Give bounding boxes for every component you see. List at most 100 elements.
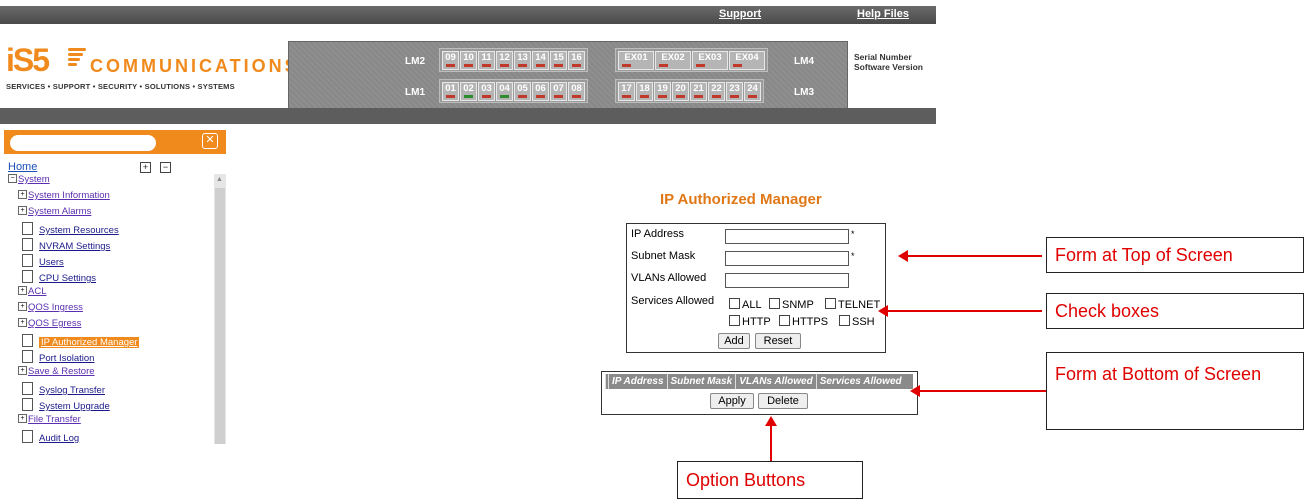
tree-item[interactable]: + File Transfer — [18, 414, 81, 425]
port-indicator[interactable]: 14 — [532, 51, 549, 70]
port-indicator[interactable]: 06 — [532, 82, 549, 101]
tree-item-label[interactable]: Port Isolation — [39, 353, 94, 364]
tree-item[interactable]: + System Information — [18, 190, 110, 201]
expand-icon[interactable]: + — [18, 286, 27, 295]
tree-item-label[interactable]: ACL — [28, 286, 46, 297]
help-files-link[interactable]: Help Files — [857, 8, 909, 20]
port-indicator[interactable]: 02 — [460, 82, 477, 101]
port-indicator[interactable]: 22 — [708, 82, 725, 101]
tree-item-label[interactable]: NVRAM Settings — [39, 241, 110, 252]
service-ssh-checkbox[interactable]: SSH — [839, 315, 875, 328]
service-http-checkbox[interactable]: HTTP — [729, 315, 771, 328]
tree-item[interactable]: Port Isolation — [22, 350, 94, 364]
port-indicator[interactable]: 08 — [568, 82, 585, 101]
tree-item-label[interactable]: Save & Restore — [28, 366, 95, 377]
service-https-checkbox[interactable]: HTTPS — [779, 315, 828, 328]
tree-item-label[interactable]: System Information — [28, 190, 110, 201]
sidebar-scroll-thumb[interactable] — [215, 188, 225, 444]
port-indicator[interactable]: 09 — [442, 51, 459, 70]
page-icon — [22, 254, 33, 267]
port-indicator[interactable]: 20 — [672, 82, 689, 101]
tree-item-label[interactable]: Audit Log — [39, 433, 79, 444]
port-indicator[interactable]: 24 — [744, 82, 761, 101]
tree-item[interactable]: + Save & Restore — [18, 366, 95, 377]
port-indicator[interactable]: 07 — [550, 82, 567, 101]
collapse-all-icon[interactable]: − — [160, 162, 171, 173]
collapse-icon[interactable]: − — [8, 174, 17, 183]
port-indicator[interactable]: 16 — [568, 51, 585, 70]
expand-icon[interactable]: + — [18, 318, 27, 327]
subnet-mask-input[interactable] — [725, 251, 849, 266]
port-indicator[interactable]: 11 — [478, 51, 495, 70]
expand-all-icon[interactable]: + — [140, 162, 151, 173]
tree-item[interactable]: Users — [22, 254, 64, 268]
port-indicator[interactable]: 03 — [478, 82, 495, 101]
tree-item-label[interactable]: Syslog Transfer — [39, 385, 105, 396]
delete-button[interactable]: Delete — [758, 393, 808, 409]
home-link[interactable]: Home — [8, 161, 37, 173]
port-indicator[interactable]: 04 — [496, 82, 513, 101]
port-indicator[interactable]: 01 — [442, 82, 459, 101]
expand-icon[interactable]: + — [18, 414, 27, 423]
tree-item-label[interactable]: QOS Ingress — [28, 302, 83, 313]
expand-icon[interactable]: + — [18, 366, 27, 375]
tree-item[interactable]: Syslog Transfer — [22, 382, 105, 396]
tree-item[interactable]: + ACL — [18, 286, 46, 297]
tree-item-label[interactable]: Users — [39, 257, 64, 268]
ip-address-label: IP Address — [631, 228, 684, 240]
checkbox-icon[interactable] — [779, 315, 790, 326]
tree-item[interactable]: + System Alarms — [18, 206, 91, 217]
tree-item[interactable]: IP Authorized Manager — [22, 334, 140, 348]
tree-item[interactable]: System Upgrade — [22, 398, 110, 412]
port-indicator[interactable]: EX02 — [655, 51, 691, 70]
port-indicator[interactable]: 21 — [690, 82, 707, 101]
tree-item-label[interactable]: System Alarms — [28, 206, 91, 217]
port-indicator[interactable]: 10 — [460, 51, 477, 70]
port-indicator[interactable]: 13 — [514, 51, 531, 70]
tree-item[interactable]: NVRAM Settings — [22, 238, 110, 252]
tree-item-label[interactable]: System — [18, 174, 50, 185]
sidebar-search-input[interactable] — [10, 135, 156, 151]
tree-item-label[interactable]: System Upgrade — [39, 401, 110, 412]
service-all-checkbox[interactable]: ALL — [729, 298, 762, 311]
checkbox-icon[interactable] — [769, 298, 780, 309]
port-indicator[interactable]: 05 — [514, 82, 531, 101]
checkbox-icon[interactable] — [825, 298, 836, 309]
port-indicator[interactable]: EX03 — [692, 51, 728, 70]
tree-item[interactable]: + QOS Egress — [18, 318, 81, 329]
tree-item[interactable]: Audit Log — [22, 430, 79, 444]
tree-item[interactable]: System Resources — [22, 222, 119, 236]
checkbox-icon[interactable] — [729, 315, 740, 326]
ip-address-input[interactable] — [725, 229, 849, 244]
tree-item-label[interactable]: System Resources — [39, 225, 119, 236]
checkbox-icon[interactable] — [839, 315, 850, 326]
reset-button[interactable]: Reset — [755, 333, 801, 349]
close-icon[interactable]: ✕ — [202, 133, 218, 149]
tree-item-label[interactable]: CPU Settings — [39, 273, 96, 284]
support-link[interactable]: Support — [719, 8, 761, 20]
port-indicator[interactable]: 23 — [726, 82, 743, 101]
port-indicator[interactable]: EX04 — [729, 51, 765, 70]
vlans-allowed-input[interactable] — [725, 273, 849, 288]
tree-item[interactable]: + QOS Ingress — [18, 302, 83, 313]
tree-item-label[interactable]: IP Authorized Manager — [39, 337, 140, 348]
checkbox-icon[interactable] — [729, 298, 740, 309]
port-indicator[interactable]: 15 — [550, 51, 567, 70]
scroll-up-icon[interactable]: ▲ — [216, 176, 223, 183]
expand-icon[interactable]: + — [18, 190, 27, 199]
port-indicator[interactable]: 19 — [654, 82, 671, 101]
port-indicator[interactable]: 17 — [618, 82, 635, 101]
port-indicator[interactable]: 12 — [496, 51, 513, 70]
tree-item-label[interactable]: QOS Egress — [28, 318, 81, 329]
tree-item[interactable]: CPU Settings — [22, 270, 96, 284]
tree-item-label[interactable]: File Transfer — [28, 414, 81, 425]
add-button[interactable]: Add — [718, 333, 750, 349]
apply-button[interactable]: Apply — [710, 393, 754, 409]
service-telnet-checkbox[interactable]: TELNET — [825, 298, 880, 311]
port-indicator[interactable]: EX01 — [618, 51, 654, 70]
expand-icon[interactable]: + — [18, 302, 27, 311]
tree-item[interactable]: − System — [8, 174, 50, 185]
port-indicator[interactable]: 18 — [636, 82, 653, 101]
expand-icon[interactable]: + — [18, 206, 27, 215]
service-snmp-checkbox[interactable]: SNMP — [769, 298, 814, 311]
